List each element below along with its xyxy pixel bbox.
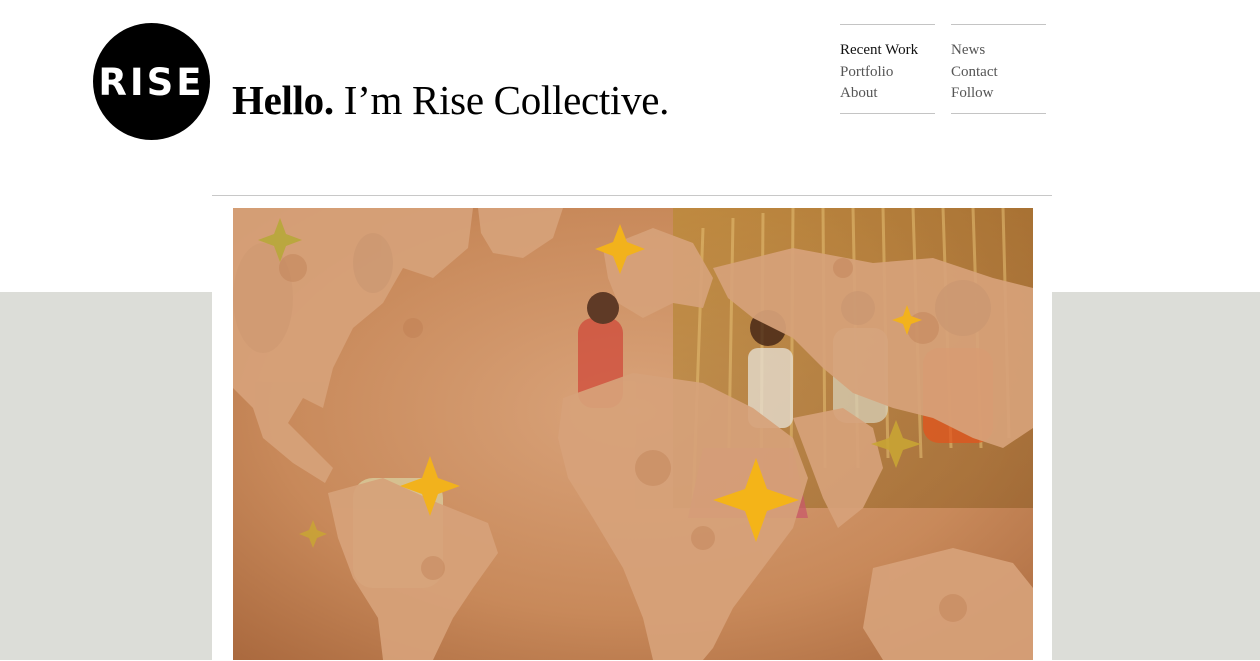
logo-text: RISE	[98, 61, 205, 104]
primary-nav: Recent Work Portfolio About	[840, 24, 935, 114]
nav-recent-work[interactable]: Recent Work	[840, 40, 935, 62]
secondary-nav: News Contact Follow	[951, 24, 1046, 114]
nav-about[interactable]: About	[840, 83, 935, 105]
nav-news[interactable]: News	[951, 40, 1046, 62]
tagline: I’m Rise Collective.	[343, 77, 670, 123]
nav-portfolio[interactable]: Portfolio	[840, 62, 935, 84]
world-map-stars-image	[233, 208, 1033, 660]
nav-contact[interactable]: Contact	[951, 62, 1046, 84]
hero-image[interactable]	[233, 208, 1033, 660]
page-title: Hello. I’m Rise Collective.	[232, 76, 669, 124]
nav-follow[interactable]: Follow	[951, 83, 1046, 105]
greeting: Hello.	[232, 77, 334, 123]
rise-logo[interactable]: RISE	[93, 23, 210, 140]
